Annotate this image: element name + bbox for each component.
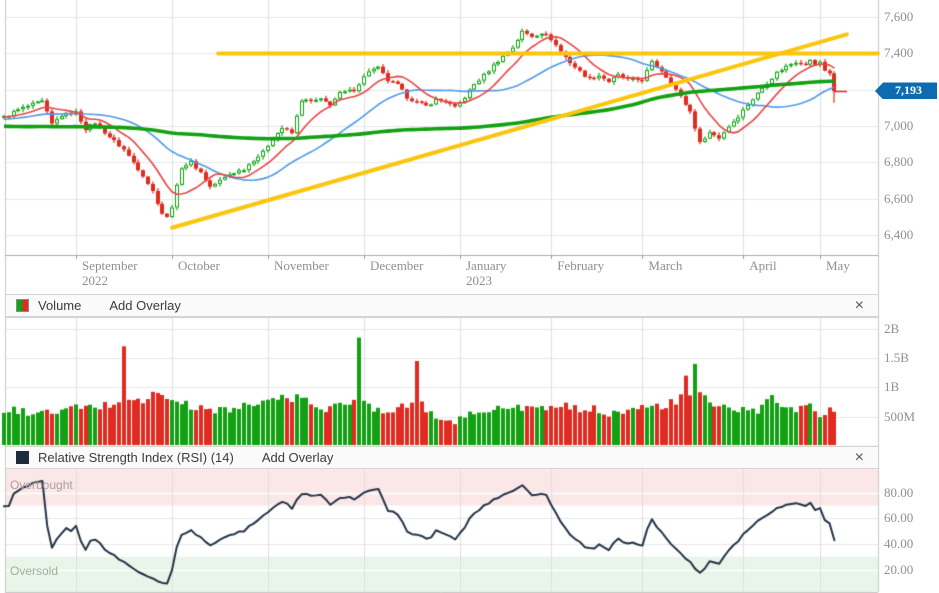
volume-close-icon[interactable]: × — [851, 298, 868, 314]
month-label: December — [370, 258, 423, 273]
rsi-axis-label: 40.00 — [884, 536, 913, 552]
rsi-axis-label: 80.00 — [884, 485, 913, 501]
volume-add-overlay-link[interactable]: Add Overlay — [109, 298, 181, 313]
volume-axis-label: 1.5B — [884, 350, 909, 366]
price-axis-label: 6,600 — [884, 191, 913, 207]
month-label: March — [648, 258, 682, 273]
rsi-close-icon[interactable]: × — [851, 450, 868, 466]
price-axis-label: 6,400 — [884, 227, 913, 243]
volume-panel-header: Volume Add Overlay × — [5, 294, 879, 317]
current-price-tag: 7,193 — [875, 82, 937, 99]
rsi-legend-icon — [16, 451, 29, 464]
price-axis-label: 7,400 — [884, 45, 913, 61]
volume-axis-label: 500M — [884, 409, 915, 425]
rsi-axis-label: 20.00 — [884, 562, 913, 578]
oversold-label: Oversold — [10, 564, 58, 578]
overbought-label: Overbought — [10, 478, 73, 492]
current-price-value: 7,193 — [890, 83, 922, 98]
month-label: February — [557, 258, 604, 273]
rsi-panel-header: Relative Strength Index (RSI) (14) Add O… — [5, 446, 879, 469]
month-label: October — [178, 258, 220, 273]
month-sublabel: 2023 — [466, 273, 506, 288]
month-sublabel: 2022 — [82, 273, 138, 288]
month-label: April — [749, 258, 776, 273]
price-axis-label: 6,800 — [884, 154, 913, 170]
stock-chart: Volume Add Overlay × Relative Strength I… — [0, 0, 939, 593]
price-axis-label: 7,000 — [884, 118, 913, 134]
month-label: January2023 — [466, 258, 506, 288]
month-label: November — [274, 258, 329, 273]
rsi-axis-label: 60.00 — [884, 510, 913, 526]
rsi-add-overlay-link[interactable]: Add Overlay — [262, 450, 334, 465]
month-label: May — [826, 258, 850, 273]
price-axis-label: 7,600 — [884, 9, 913, 25]
volume-panel-title: Volume — [38, 298, 81, 313]
month-label: September2022 — [82, 258, 138, 288]
volume-axis-label: 2B — [884, 321, 899, 337]
rsi-panel-title: Relative Strength Index (RSI) (14) — [38, 450, 234, 465]
volume-legend-icon — [16, 299, 29, 312]
volume-axis-label: 1B — [884, 379, 899, 395]
